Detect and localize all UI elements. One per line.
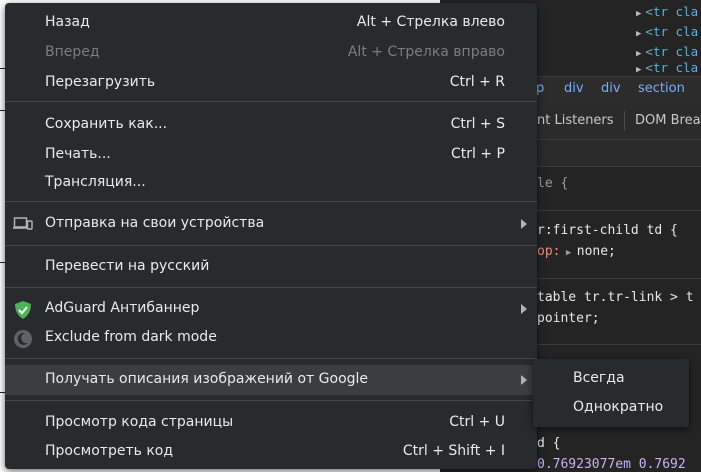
menu-item-view-source[interactable]: Просмотр кода страницы Ctrl + U — [5, 408, 537, 438]
menu-item-cast[interactable]: Трансляция... — [5, 168, 537, 198]
style-declaration: 0.76923077em 0.7692 — [537, 457, 686, 472]
menu-item-print[interactable]: Печать... Ctrl + P — [5, 140, 537, 170]
menu-divider — [5, 400, 537, 401]
menu-item-adguard[interactable]: AdGuard Антибаннер — [5, 294, 537, 324]
menu-item-image-descriptions[interactable]: Получать описания изображений от Google — [5, 365, 537, 395]
dark-mode-moon-icon — [13, 329, 33, 348]
dom-tree-row[interactable]: ▶ <tr cla — [636, 60, 698, 76]
breadcrumb-item[interactable]: div — [564, 81, 584, 96]
chevron-right-icon — [521, 375, 527, 385]
menu-divider — [5, 358, 537, 359]
style-declaration: op: ▶ none; — [537, 244, 616, 259]
breadcrumb-item[interactable]: section — [638, 81, 685, 96]
style-selector: table tr.tr-link > t — [537, 290, 694, 305]
menu-item-exclude-dark-mode[interactable]: Exclude from dark mode — [5, 323, 537, 353]
devices-icon — [13, 215, 33, 233]
menu-divider — [5, 201, 537, 202]
adguard-shield-icon — [13, 300, 33, 319]
breadcrumb-item[interactable]: div — [601, 81, 621, 96]
context-menu: Назад Alt + Стрелка влево Вперед Alt + С… — [5, 3, 537, 469]
tab-event-listeners[interactable]: nt Listeners — [537, 113, 614, 128]
menu-item-send-to-devices[interactable]: Отправка на свои устройства — [5, 209, 537, 239]
menu-divider — [5, 245, 537, 246]
menu-item-forward[interactable]: Вперед Alt + Стрелка вправо — [5, 38, 537, 68]
style-selector: r:first-child td { — [537, 223, 678, 238]
menu-item-translate[interactable]: Перевести на русский — [5, 252, 537, 282]
submenu-item-once[interactable]: Однократно — [533, 394, 689, 422]
menu-item-reload[interactable]: Перезагрузить Ctrl + R — [5, 68, 537, 98]
chevron-right-icon — [521, 304, 527, 314]
menu-item-back[interactable]: Назад Alt + Стрелка влево — [5, 8, 537, 38]
menu-item-save-as[interactable]: Сохранить как... Ctrl + S — [5, 110, 537, 140]
image-descriptions-submenu: Всегда Однократно — [533, 359, 689, 427]
style-rule: le { — [537, 176, 569, 191]
menu-divider — [5, 101, 537, 102]
chevron-right-icon — [521, 219, 527, 229]
style-selector: d { — [537, 436, 561, 451]
submenu-item-always[interactable]: Всегда — [533, 365, 689, 393]
tab-dom-breakpoints[interactable]: DOM Brea — [635, 113, 701, 128]
style-declaration: pointer; — [537, 311, 600, 326]
menu-item-inspect[interactable]: Просмотреть код Ctrl + Shift + I — [5, 437, 537, 467]
menu-divider — [5, 287, 537, 288]
breadcrumb-item[interactable]: p — [536, 81, 544, 96]
